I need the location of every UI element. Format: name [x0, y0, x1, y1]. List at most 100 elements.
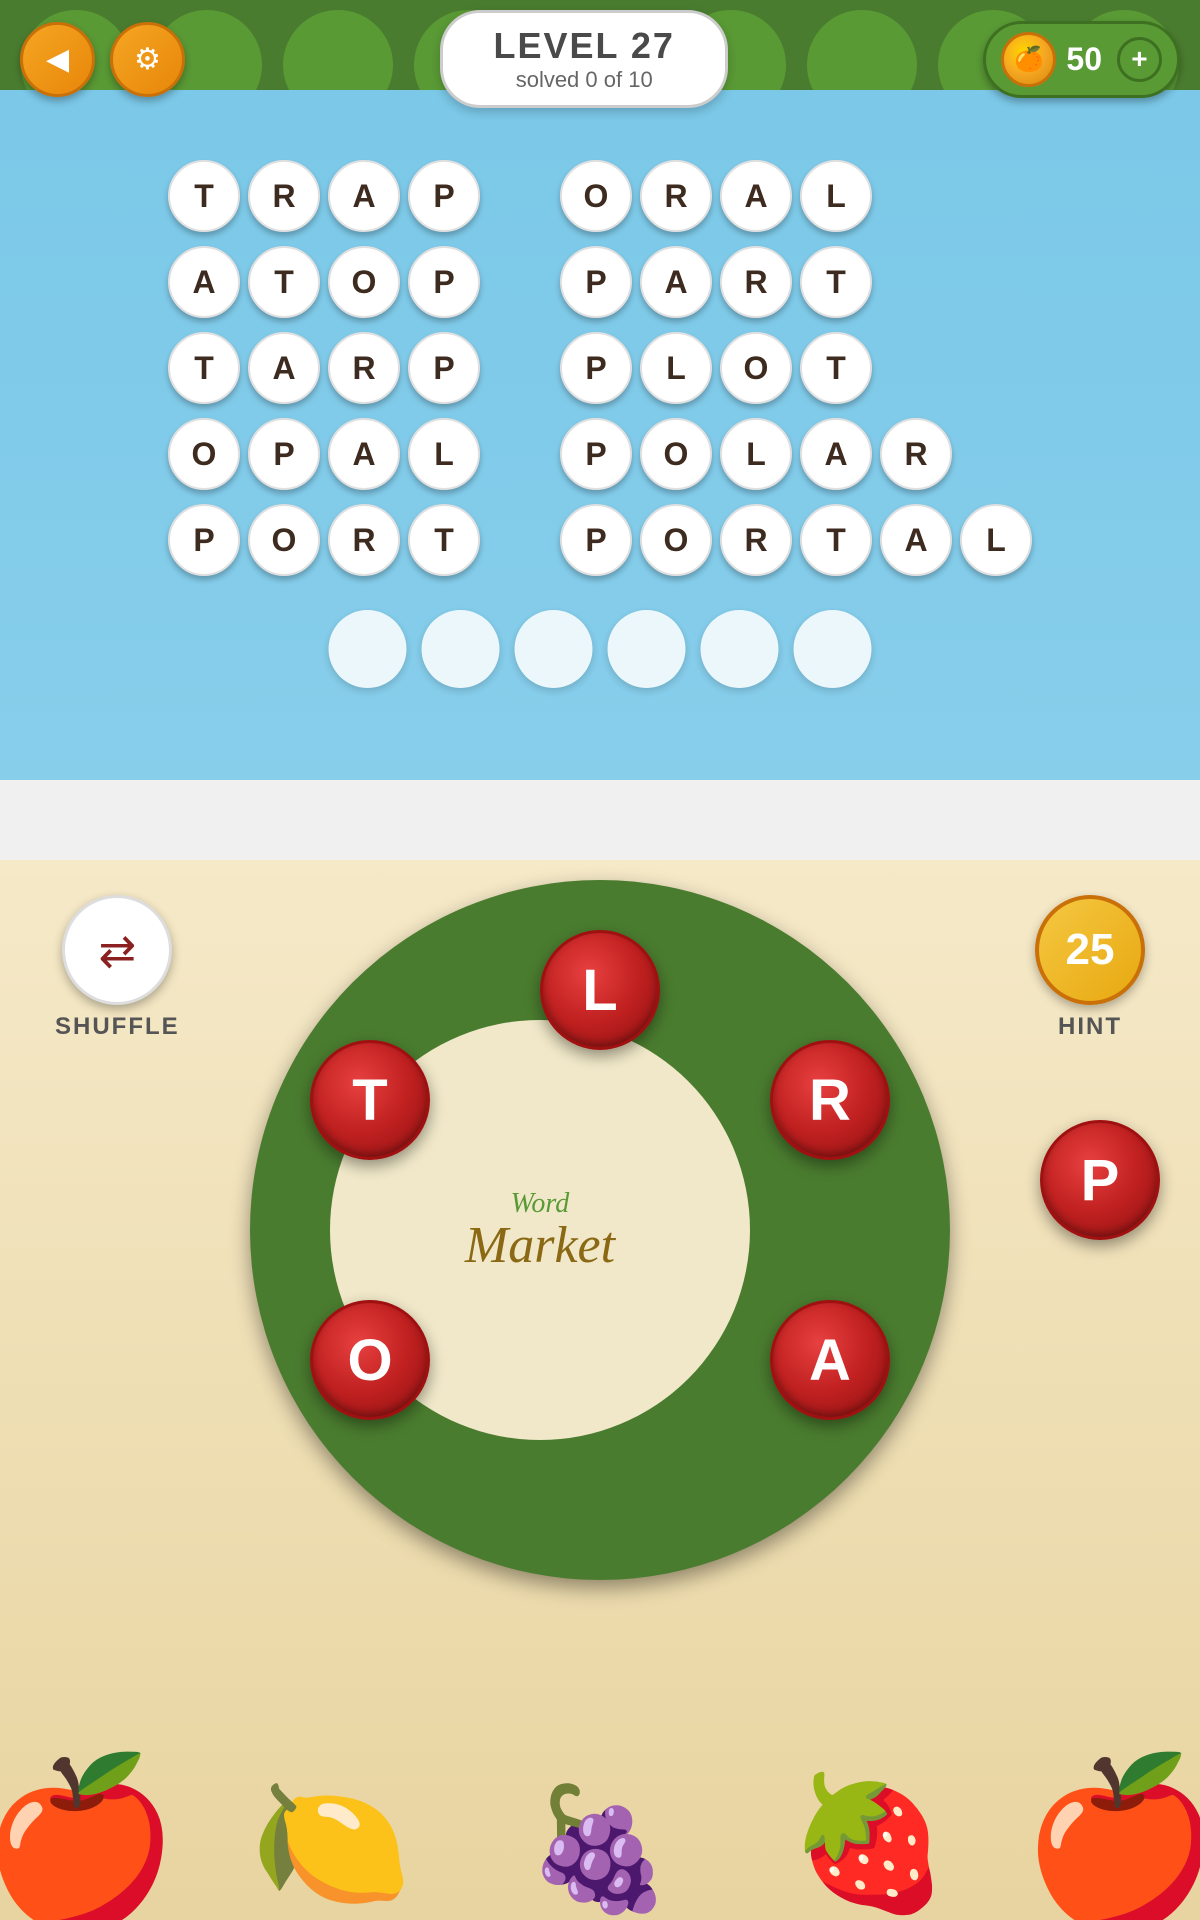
logo-market: Market — [465, 1220, 615, 1272]
tile-A3: A — [248, 332, 320, 404]
coin-area: 🍊 50 + — [983, 21, 1180, 98]
fruit-plum: 🍇 — [525, 1780, 674, 1920]
word-opal: O P A L — [168, 418, 480, 490]
header-left — [20, 22, 185, 97]
tile-P7: P — [560, 246, 632, 318]
tile-T10: T — [800, 504, 872, 576]
answer-slot-3 — [515, 610, 593, 688]
answer-slot-1 — [329, 610, 407, 688]
tile-L8: L — [640, 332, 712, 404]
tile-P10: P — [560, 504, 632, 576]
settings-button[interactable] — [110, 22, 185, 97]
tile-L10: L — [960, 504, 1032, 576]
answer-slot-6 — [794, 610, 872, 688]
word-column-2: O R A L P A R T P L O T — [560, 160, 1032, 576]
word-atop: A T O P — [168, 246, 480, 318]
fruit-lemon: 🍋 — [250, 1767, 412, 1920]
tile-R5: R — [328, 504, 400, 576]
tile-P8: P — [560, 332, 632, 404]
tile-O10: O — [640, 504, 712, 576]
tile-L6: L — [800, 160, 872, 232]
tile-T1: T — [168, 160, 240, 232]
tile-A4: A — [328, 418, 400, 490]
level-badge: LEVEL 27 solved 0 of 10 — [440, 10, 727, 108]
tile-T7: T — [800, 246, 872, 318]
words-columns: T R A P A T O P T A R P — [168, 160, 1032, 576]
answer-slot-4 — [608, 610, 686, 688]
coin-count: 50 — [1066, 41, 1102, 78]
level-subtitle: solved 0 of 10 — [493, 67, 674, 93]
wheel-letter-R[interactable]: R — [770, 1040, 890, 1160]
tile-A1: A — [328, 160, 400, 232]
game-logo: Word Market — [465, 1188, 615, 1272]
tile-T5: T — [408, 504, 480, 576]
hint-button[interactable]: 25 HINT — [1035, 895, 1145, 1041]
tile-R1: R — [248, 160, 320, 232]
back-button[interactable] — [20, 22, 95, 97]
tile-A9: A — [800, 418, 872, 490]
tile-T2: T — [248, 246, 320, 318]
shuffle-icon: ⇄ — [98, 924, 136, 977]
tile-P9: P — [560, 418, 632, 490]
wheel-letter-O[interactable]: O — [310, 1300, 430, 1420]
fruits-decoration: 🍎 🍋 🍇 🍓 🍎 — [0, 1600, 1200, 1920]
tile-O8: O — [720, 332, 792, 404]
coin-icon: 🍊 — [1001, 32, 1056, 87]
shuffle-button[interactable]: ⇄ SHUFFLE — [55, 895, 180, 1041]
tile-L4: L — [408, 418, 480, 490]
word-grid: T R A P A T O P T A R P — [0, 160, 1200, 576]
tile-P1: P — [408, 160, 480, 232]
tile-R6: R — [640, 160, 712, 232]
tile-T8: T — [800, 332, 872, 404]
tile-P3: P — [408, 332, 480, 404]
tile-R9: R — [880, 418, 952, 490]
word-tarp: T A R P — [168, 332, 480, 404]
fruit-pomegranate-left: 🍎 — [0, 1760, 179, 1920]
wheel-letter-A[interactable]: A — [770, 1300, 890, 1420]
top-section: LEVEL 27 solved 0 of 10 🍊 50 + T R A P — [0, 0, 1200, 780]
tile-O2: O — [328, 246, 400, 318]
word-oral: O R A L — [560, 160, 1032, 232]
tile-P5: P — [168, 504, 240, 576]
fruit-strawberry: 🍓 — [788, 1767, 950, 1920]
shuffle-icon-circle: ⇄ — [62, 895, 172, 1005]
shuffle-label: SHUFFLE — [55, 1013, 180, 1041]
hint-label: HINT — [1058, 1013, 1122, 1041]
tile-P2: P — [408, 246, 480, 318]
answer-slot-5 — [701, 610, 779, 688]
add-coins-button[interactable]: + — [1117, 37, 1162, 82]
word-wheel-container: Word Market L R A P ☞ O T — [250, 880, 950, 1580]
word-part: P A R T — [560, 246, 1032, 318]
fruit-pomegranate-right: 🍎 — [1021, 1760, 1200, 1920]
tile-O9: O — [640, 418, 712, 490]
word-polar: P O L A R — [560, 418, 1032, 490]
wheel-letter-P[interactable]: P ☞ — [1040, 1120, 1160, 1240]
tile-P4: P — [248, 418, 320, 490]
wheel-letter-T[interactable]: T — [310, 1040, 430, 1160]
tile-A10: A — [880, 504, 952, 576]
word-port: P O R T — [168, 504, 480, 576]
answer-slot-2 — [422, 610, 500, 688]
tile-O6: O — [560, 160, 632, 232]
tile-R7: R — [720, 246, 792, 318]
tile-L9: L — [720, 418, 792, 490]
tile-O5: O — [248, 504, 320, 576]
section-divider — [0, 780, 1200, 860]
hint-count: 25 — [1035, 895, 1145, 1005]
level-title: LEVEL 27 — [493, 25, 674, 67]
tile-A6: A — [720, 160, 792, 232]
word-portal: P O R T A L — [560, 504, 1032, 576]
bottom-section: ⇄ SHUFFLE 25 HINT Word Market L R A P ☞ … — [0, 860, 1200, 1920]
word-plot: P L O T — [560, 332, 1032, 404]
wheel-letter-L[interactable]: L — [540, 930, 660, 1050]
tile-A7: A — [640, 246, 712, 318]
tile-O4: O — [168, 418, 240, 490]
answer-slots — [329, 610, 872, 688]
header: LEVEL 27 solved 0 of 10 🍊 50 + — [0, 10, 1200, 108]
logo-word: Word — [465, 1188, 615, 1220]
tile-T3: T — [168, 332, 240, 404]
word-column-1: T R A P A T O P T A R P — [168, 160, 480, 576]
wheel-outer: Word Market L R A P ☞ O T — [250, 880, 950, 1580]
word-trap: T R A P — [168, 160, 480, 232]
tile-A2: A — [168, 246, 240, 318]
